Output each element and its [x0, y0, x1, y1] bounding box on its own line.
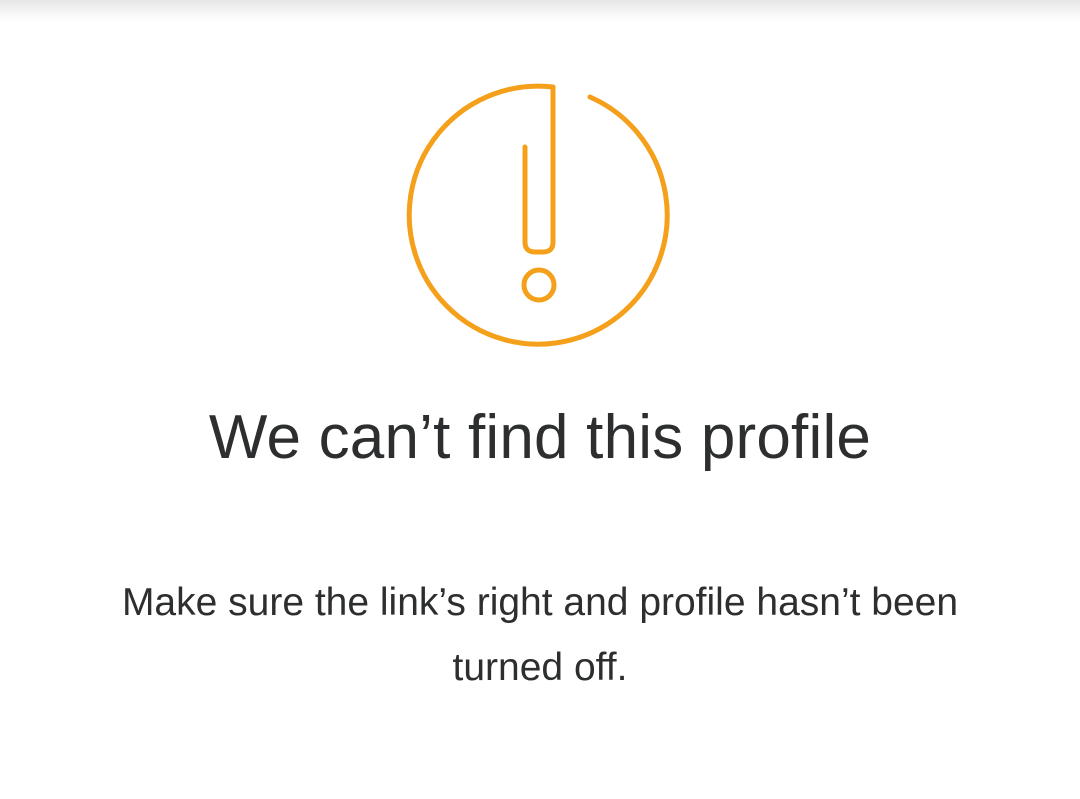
top-bar-shadow	[0, 0, 1080, 22]
exclamation-circle-icon	[405, 82, 673, 350]
error-message: Make sure the link’s right and profile h…	[121, 581, 959, 689]
page-title: We can’t find this profile	[208, 403, 872, 472]
